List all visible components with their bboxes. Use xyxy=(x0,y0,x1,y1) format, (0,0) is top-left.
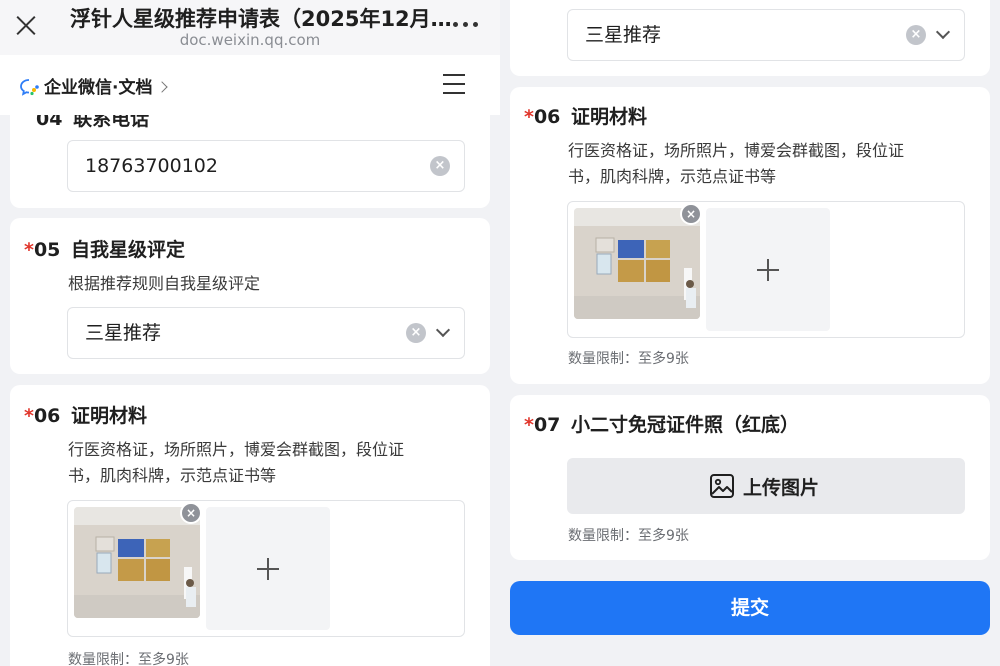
brand-label: 企业微信·文档 xyxy=(44,78,153,98)
chevron-down-icon[interactable] xyxy=(435,322,451,338)
chevron-right-icon xyxy=(156,81,169,93)
photo-preview xyxy=(574,208,700,319)
question-number: 07 xyxy=(533,414,561,436)
plus-icon xyxy=(757,258,779,281)
question-number: 06 xyxy=(533,106,561,128)
required-mark: * xyxy=(24,239,34,261)
upload-limit-text: 数量限制：至多9张 xyxy=(568,351,689,367)
add-image-button[interactable] xyxy=(206,507,330,630)
right-screen: 三星推荐 × *06 证明材料 行医资格证，场所照片，博爱会群截图，段位证 书，… xyxy=(500,0,1000,666)
select-value: 三星推荐 xyxy=(85,322,162,344)
upload-button-label: 上传图片 xyxy=(743,477,820,499)
upload-limit-text: 数量限制：至多9张 xyxy=(568,528,689,544)
question-label: 自我星级评定 xyxy=(71,239,186,261)
question-description: 行医资格证，场所照片，博爱会群截图，段位证 书，肌肉科牌，示范点证书等 xyxy=(68,437,404,489)
clear-icon[interactable]: × xyxy=(430,156,450,176)
phone-input[interactable]: 18763700102 × xyxy=(67,140,465,192)
upload-image-button[interactable]: 上传图片 xyxy=(567,458,965,514)
question-label: 证明材料 xyxy=(571,106,648,128)
wecom-chat-icon xyxy=(20,79,39,96)
plus-icon xyxy=(257,557,279,580)
question-number: 05 xyxy=(33,239,61,261)
image-icon xyxy=(710,474,734,498)
question-card-id-photo: *07 小二寸免冠证件照（红底） 上传图片 数量限制：至多9张 xyxy=(510,395,990,560)
description-line: 行医资格证，场所照片，博爱会群截图，段位证 xyxy=(68,440,405,459)
question-card-evidence: *06 证明材料 行医资格证，场所照片，博爱会群截图，段位证 书，肌肉科牌，示范… xyxy=(10,385,490,666)
description-line: 行医资格证，场所照片，博爱会群截图，段位证 xyxy=(568,141,905,160)
image-upload-area: × xyxy=(67,500,465,637)
question-label: 证明材料 xyxy=(71,405,148,427)
phone-value: 18763700102 xyxy=(85,155,218,177)
question-card-star-rating: 三星推荐 × xyxy=(510,0,990,76)
select-value: 三星推荐 xyxy=(585,24,662,46)
upload-limit-text: 数量限制：至多9张 xyxy=(68,652,189,666)
star-rating-select[interactable]: 三星推荐 × xyxy=(67,307,465,359)
question-card-star-rating: *05 自我星级评定 根据推荐规则自我星级评定 三星推荐 × xyxy=(10,218,490,374)
required-mark: * xyxy=(524,414,534,436)
question-number: 06 xyxy=(33,405,61,427)
description-line: 书，肌肉科牌，示范点证书等 xyxy=(568,167,777,186)
question-label: 小二寸免冠证件照（红底） xyxy=(571,414,800,436)
question-title: *06 证明材料 xyxy=(24,401,147,428)
question-title: *06 证明材料 xyxy=(524,102,647,129)
submit-button[interactable]: 提交 xyxy=(510,581,990,635)
question-title: *07 小二寸免冠证件照（红底） xyxy=(524,410,799,437)
left-screen: 04 联系电话 18763700102 × *05 自我星级评定 根据推荐规则自… xyxy=(0,0,500,666)
chevron-down-icon[interactable] xyxy=(935,24,951,40)
description-line: 书，肌肉科牌，示范点证书等 xyxy=(68,466,277,485)
page-url: doc.weixin.qq.com xyxy=(179,31,321,49)
remove-image-icon[interactable]: × xyxy=(680,203,702,225)
brand-link[interactable]: 企业微信·文档 xyxy=(20,73,169,98)
uploaded-image-thumbnail[interactable] xyxy=(574,208,700,319)
question-description: 行医资格证，场所照片，博爱会群截图，段位证 书，肌肉科牌，示范点证书等 xyxy=(568,138,904,190)
remove-image-icon[interactable]: × xyxy=(180,502,202,524)
browser-title-bar: 浮针人星级推荐申请表（2025年12月… doc.weixin.qq.com xyxy=(0,0,500,55)
question-title: *05 自我星级评定 xyxy=(24,235,185,262)
menu-icon[interactable] xyxy=(443,74,465,94)
clear-icon[interactable]: × xyxy=(906,25,926,45)
star-rating-select[interactable]: 三星推荐 × xyxy=(567,9,965,61)
question-description: 根据推荐规则自我星级评定 xyxy=(68,274,261,293)
photo-preview xyxy=(74,507,200,618)
more-icon[interactable] xyxy=(453,22,479,28)
required-mark: * xyxy=(524,106,534,128)
doc-app-bar: 企业微信·文档 xyxy=(0,55,500,115)
page-title: 浮针人星级推荐申请表（2025年12月… xyxy=(70,7,452,31)
question-card-evidence: *06 证明材料 行医资格证，场所照片，博爱会群截图，段位证 书，肌肉科牌，示范… xyxy=(510,87,990,384)
add-image-button[interactable] xyxy=(706,208,830,331)
uploaded-image-thumbnail[interactable] xyxy=(74,507,200,618)
required-mark: * xyxy=(24,405,34,427)
clear-icon[interactable]: × xyxy=(406,323,426,343)
image-upload-area: × xyxy=(567,201,965,338)
